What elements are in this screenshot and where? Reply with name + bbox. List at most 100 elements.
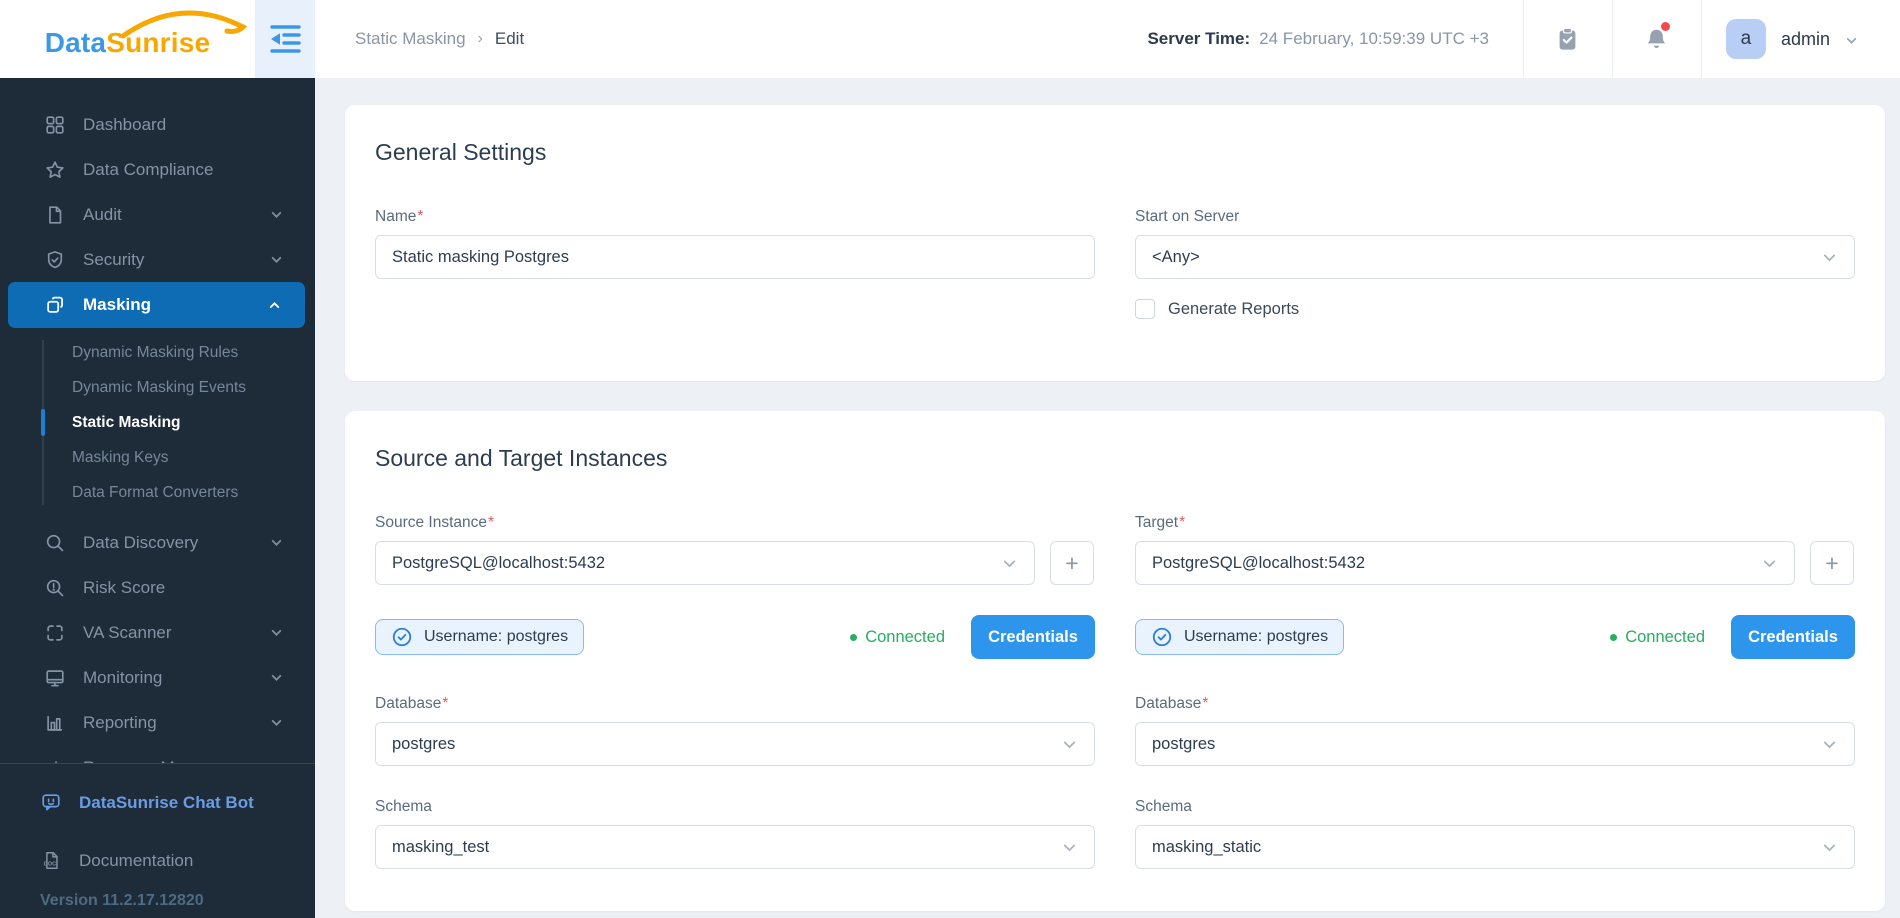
breadcrumb-current: Edit [494, 29, 525, 48]
sidebar-nav: Dashboard Data Compliance Audit Security [0, 78, 315, 790]
required-asterisk: * [417, 208, 424, 225]
target-credentials-button[interactable]: Credentials [1731, 615, 1855, 659]
chevron-down-icon [270, 208, 283, 221]
chevron-down-icon [270, 716, 283, 729]
doc-file-icon: DOC [40, 850, 62, 872]
source-instance-select[interactable]: PostgreSQL@localhost:5432 [375, 541, 1035, 585]
logo-text-sunrise: Sunrise [106, 27, 211, 58]
breadcrumb: Static Masking › Edit [355, 0, 524, 78]
target-database-label: Database* [1135, 695, 1209, 712]
sidebar-item-audit[interactable]: Audit [0, 192, 315, 237]
status-dot [850, 633, 858, 641]
logo[interactable]: DataSunrise [0, 0, 255, 78]
sidebar-item-masking[interactable]: Masking [8, 282, 305, 328]
collapse-menu-icon [270, 25, 301, 53]
user-menu[interactable]: a admin [1702, 19, 1900, 59]
sidebar-item-label: Reporting [83, 712, 157, 732]
add-source-instance-button[interactable]: + [1050, 541, 1094, 585]
tasks-button[interactable] [1524, 0, 1612, 78]
source-target-card: Source and Target Instances Source Insta… [345, 411, 1885, 911]
sidebar-item-data-compliance[interactable]: Data Compliance [0, 147, 315, 192]
notifications-button[interactable] [1613, 0, 1701, 78]
target-database-select[interactable]: postgres [1135, 722, 1855, 766]
notification-badge [1660, 22, 1670, 31]
name-label: Name* [375, 208, 424, 225]
sidebar-item-chat-bot[interactable]: DataSunrise Chat Bot [0, 780, 315, 825]
sidebar-item-label: Security [83, 249, 145, 269]
clipboard-check-icon [1560, 27, 1576, 50]
target-instance-value: PostgreSQL@localhost:5432 [1152, 553, 1366, 572]
generate-reports-checkbox[interactable] [1135, 299, 1155, 319]
server-time-value: 24 February, 10:59:39 UTC +3 [1259, 29, 1489, 48]
sidebar-item-risk-score[interactable]: Risk Score [0, 565, 315, 610]
source-status-text: Connected [865, 627, 945, 646]
check-circle-icon [392, 627, 412, 647]
sub-item-label: Masking Keys [72, 448, 169, 466]
breadcrumb-parent[interactable]: Static Masking [355, 29, 466, 49]
sidebar-item-monitoring[interactable]: Monitoring [0, 655, 315, 700]
source-schema-select[interactable]: masking_test [375, 825, 1095, 869]
sidebar-item-label: Risk Score [83, 577, 166, 597]
documentation-label: Documentation [79, 850, 194, 870]
sidebar-item-data-discovery[interactable]: Data Discovery [0, 520, 315, 565]
sidebar-collapse-button[interactable] [255, 0, 315, 78]
start-on-server-value: <Any> [1152, 247, 1200, 266]
chevron-down-icon [1061, 839, 1078, 856]
target-schema-label: Schema [1135, 798, 1192, 815]
target-username-chip[interactable]: Username: postgres [1135, 619, 1345, 655]
source-schema-value: masking_test [392, 837, 490, 856]
server-time-label: Server Time: [1147, 29, 1251, 48]
sidebar-item-security[interactable]: Security [0, 237, 315, 282]
document-icon [44, 204, 66, 226]
sidebar-bottom-panel: DataSunrise Chat Bot DOC Documentation V… [0, 763, 315, 918]
sidebar: Dashboard Data Compliance Audit Security [0, 78, 315, 918]
source-status-row: Username: postgres Connected Credentials [375, 615, 1095, 659]
required-asterisk: * [1202, 695, 1209, 712]
sidebar-item-label: Monitoring [83, 667, 163, 687]
source-schema-label: Schema [375, 798, 432, 815]
masking-icon [44, 294, 66, 316]
target-schema-select[interactable]: masking_static [1135, 825, 1855, 869]
chevron-down-icon [1001, 555, 1018, 572]
target-connected-status: Connected [1610, 628, 1705, 647]
source-username-text: Username: postgres [424, 628, 569, 645]
datasunrise-logo: DataSunrise [44, 10, 247, 59]
monitor-icon [44, 667, 66, 689]
sidebar-item-documentation[interactable]: DOC Documentation [0, 838, 315, 883]
source-database-value: postgres [392, 734, 456, 753]
required-asterisk: * [442, 695, 449, 712]
source-instance-label: Source Instance* [375, 514, 495, 531]
source-username-chip[interactable]: Username: postgres [375, 619, 585, 655]
chat-bot-icon [40, 792, 62, 814]
sidebar-item-dynamic-masking-events[interactable]: Dynamic Masking Events [0, 370, 315, 405]
sidebar-item-masking-keys[interactable]: Masking Keys [0, 440, 315, 475]
chevron-down-icon [1821, 736, 1838, 753]
source-connected-status: Connected [850, 628, 945, 647]
sidebar-item-dashboard[interactable]: Dashboard [0, 102, 315, 147]
avatar: a [1725, 19, 1766, 59]
active-submenu-indicator [41, 409, 45, 436]
logo-text-data: Data [44, 27, 107, 58]
source-target-title: Source and Target Instances [375, 445, 668, 471]
sidebar-item-label: VA Scanner [83, 622, 172, 642]
search-icon [44, 532, 66, 554]
sub-item-label: Dynamic Masking Events [72, 378, 247, 396]
target-username-text: Username: postgres [1184, 628, 1329, 645]
target-status-text: Connected [1625, 627, 1705, 646]
chevron-down-icon [1061, 736, 1078, 753]
target-schema-value: masking_static [1152, 837, 1262, 856]
name-input[interactable] [375, 235, 1095, 279]
sidebar-item-data-format-converters[interactable]: Data Format Converters [0, 475, 315, 510]
check-circle-icon [1152, 627, 1172, 647]
target-instance-select[interactable]: PostgreSQL@localhost:5432 [1135, 541, 1795, 585]
add-target-instance-button[interactable]: + [1810, 541, 1854, 585]
sidebar-item-reporting[interactable]: Reporting [0, 700, 315, 745]
source-database-label: Database* [375, 695, 449, 712]
star-icon [44, 159, 66, 181]
source-credentials-button[interactable]: Credentials [971, 615, 1095, 659]
sidebar-item-va-scanner[interactable]: VA Scanner [0, 610, 315, 655]
start-on-server-select[interactable]: <Any> [1135, 235, 1855, 279]
sidebar-item-static-masking[interactable]: Static Masking [0, 405, 315, 440]
source-database-select[interactable]: postgres [375, 722, 1095, 766]
sidebar-item-dynamic-masking-rules[interactable]: Dynamic Masking Rules [0, 335, 315, 370]
